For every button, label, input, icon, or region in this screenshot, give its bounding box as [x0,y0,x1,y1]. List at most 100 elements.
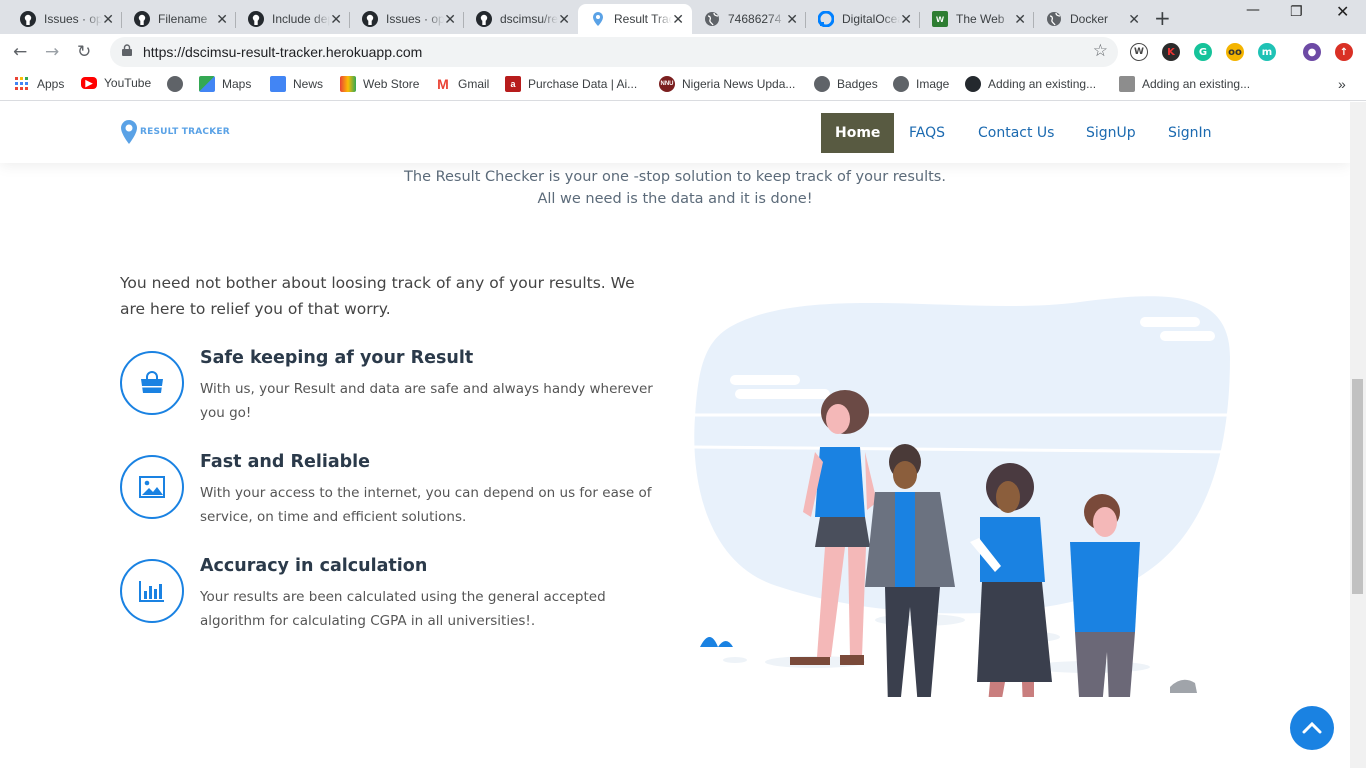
feature-text: With your access to the internet, you ca… [200,485,652,525]
bookmarks-overflow-icon[interactable]: » [1338,76,1346,92]
chevron-up-icon [1302,722,1322,734]
tab-3[interactable]: Issues · openrecord ✕ [350,4,464,34]
close-icon[interactable]: ✕ [558,11,570,27]
image-icon [1119,76,1135,92]
forward-button[interactable]: → [45,42,59,62]
globe-icon [704,11,720,27]
close-icon[interactable]: ✕ [1014,11,1026,27]
glasses-extension-icon[interactable]: oo [1226,43,1244,61]
tab-5-active[interactable]: Result Tracker ✕ [578,4,692,34]
webstore-icon [340,76,356,92]
lead-text: You need not bother about loosing track … [120,274,635,318]
bookmark-label: News [293,77,324,91]
scroll-to-top-button[interactable] [1290,706,1334,750]
bookmark-webstore[interactable]: Web Store [340,76,419,92]
close-icon[interactable]: ✕ [444,11,456,27]
bookmark-youtube[interactable]: ▶ YouTube [81,76,151,90]
bookmark-star-icon[interactable]: ☆ [1093,41,1108,61]
logo-text: RESULT TRACKER [140,127,230,137]
tab-1[interactable]: Filename ✕ [122,4,236,34]
tab-2[interactable]: Include dependency ✕ [236,4,350,34]
bookmark-badges[interactable]: Badges [814,76,878,92]
nav-contact-us[interactable]: Contact Us [978,113,1054,153]
bookmark-label: Apps [37,77,65,91]
nav-home[interactable]: Home [821,113,895,153]
close-icon[interactable]: ✕ [786,11,798,27]
globe-icon [1046,11,1062,27]
reload-button[interactable]: ↻ [77,42,91,62]
back-button[interactable]: ← [13,42,27,62]
tab-7[interactable]: DigitalOcean ✕ [806,4,920,34]
url-text: https://dscimsu-result-tracker.herokuapp… [143,44,423,60]
bookmark-label: YouTube [104,76,152,90]
github-icon [965,76,981,92]
bookmark-label: Adding an existing... [1142,77,1251,91]
gmail-icon: M [437,76,449,92]
address-bar[interactable]: https://dscimsu-result-tracker.herokuapp… [110,37,1118,67]
tab-strip: Issues · openrecord ✕ Filename ✕ Include… [0,0,1366,34]
tab-title: The Web [956,12,1005,26]
m-extension-icon[interactable]: m [1258,43,1276,61]
bookmark-label: Purchase Data | Ai... [528,77,638,91]
close-icon[interactable]: ✕ [216,11,228,27]
feature-title: Fast and Reliable [200,452,371,472]
digitalocean-icon [818,11,834,27]
bookmark-label: Gmail [458,77,490,91]
close-window-button[interactable]: ✕ [1336,2,1349,21]
tab-9[interactable]: Docker ✕ [1034,4,1148,34]
tab-8[interactable]: w The Web ✕ [920,4,1034,34]
airtel-icon: a [505,76,521,92]
bookmark-apps[interactable]: Apps [14,76,64,92]
tab-4[interactable]: dscimsu/result ✕ [464,4,578,34]
location-pin-icon [121,120,137,144]
maximize-button[interactable]: ❐ [1290,4,1303,20]
bookmark-nigeria-news[interactable]: NNU Nigeria News Upda... [659,76,795,92]
feature-text: With us, your Result and data are safe a… [200,381,653,421]
bookmark-purchase-data[interactable]: a Purchase Data | Ai... [505,76,637,92]
scrollbar-thumb[interactable] [1352,379,1363,594]
bookmark-globe[interactable] [167,76,190,92]
intro-text: The Result Checker is your one -stop sol… [404,169,946,207]
lock-icon [122,44,132,56]
close-icon[interactable]: ✕ [1128,11,1140,27]
bookmark-label: Image [916,77,950,91]
tab-title: Issues · openrecord [386,12,444,26]
bookmark-news[interactable]: News [270,76,323,92]
k-extension-icon[interactable]: K [1162,43,1180,61]
profile-avatar[interactable]: ● [1303,43,1321,61]
result-tracker-icon [590,11,606,27]
nav-signin[interactable]: SignIn [1168,113,1212,153]
w-icon: w [932,11,948,27]
bookmark-gmail[interactable]: M Gmail [435,76,489,92]
page-scrollbar[interactable] [1350,102,1366,768]
new-tab-button[interactable]: + [1154,6,1171,30]
wordpress-extension-icon[interactable]: W [1130,43,1148,61]
bookmark-image[interactable]: Image [893,76,949,92]
close-icon[interactable]: ✕ [900,11,912,27]
bookmark-adding-existing-2[interactable]: Adding an existing... [1119,76,1250,92]
close-icon[interactable]: ✕ [330,11,342,27]
tab-title: dscimsu/result [500,12,558,26]
maps-icon [199,76,215,92]
bookmark-maps[interactable]: Maps [199,76,251,92]
feature-icon-circle [120,351,184,415]
nav-signup[interactable]: SignUp [1086,113,1136,153]
update-icon[interactable]: ↑ [1335,43,1353,61]
bookmark-label: Web Store [363,77,420,91]
news-icon [270,76,286,92]
minimize-button[interactable]: — [1246,2,1260,18]
site-logo[interactable]: RESULT TRACKER [120,119,230,145]
close-icon[interactable]: ✕ [102,11,114,27]
nav-faqs[interactable]: FAQS [909,113,945,153]
grammarly-extension-icon[interactable]: G [1194,43,1212,61]
tab-title: Issues · openrecord [44,12,102,26]
bookmark-label: Adding an existing... [988,77,1097,91]
site-navbar: RESULT TRACKER Home FAQS Contact Us Sign… [0,102,1350,163]
close-icon[interactable]: ✕ [672,11,684,27]
tab-0[interactable]: Issues · openrecord ✕ [8,4,122,34]
tab-title: Result Tracker [614,12,672,26]
github-icon [476,11,492,27]
tab-6[interactable]: 74686274 ✕ [692,4,806,34]
bookmark-adding-existing-1[interactable]: Adding an existing... [965,76,1096,92]
feature-icon-circle [120,559,184,623]
